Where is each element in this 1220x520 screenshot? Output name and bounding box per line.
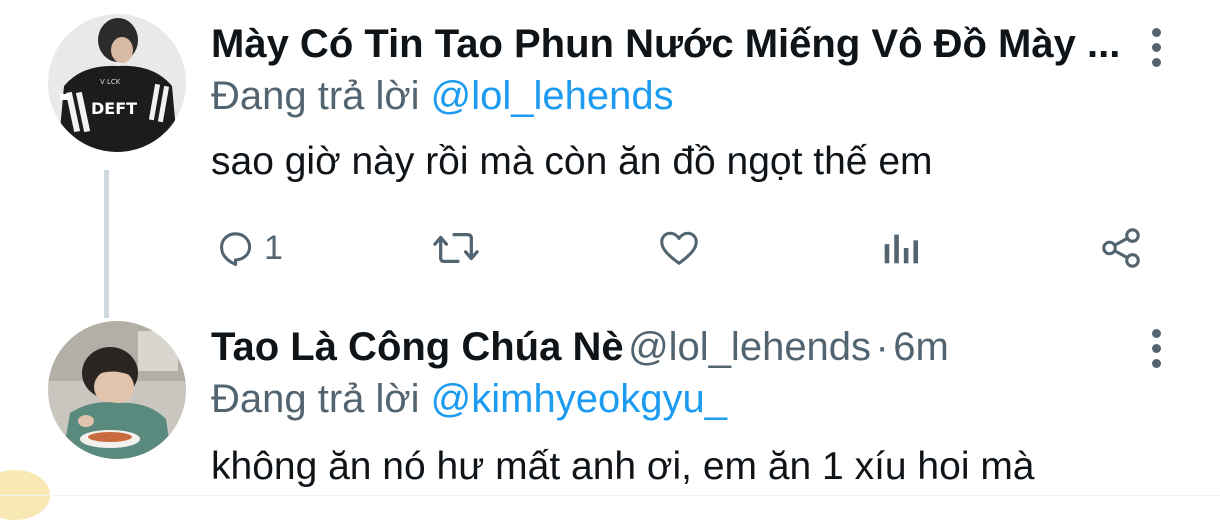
svg-text:DEFT: DEFT <box>91 99 137 118</box>
tweet-text: không ăn nó hư mất anh ơi, em ăn 1 xíu h… <box>211 445 1035 488</box>
share-button[interactable] <box>1098 220 1144 276</box>
retweet-icon <box>433 232 479 264</box>
replying-to-label: Đang trả lời <box>211 377 420 421</box>
tweet-text: sao giờ này rồi mà còn ăn đồ ngọt thế em <box>211 140 933 183</box>
analytics-button[interactable] <box>880 220 920 276</box>
analytics-icon <box>884 234 919 264</box>
retweet-button[interactable] <box>430 220 482 276</box>
replying-to: Đang trả lời @lol_lehends <box>211 74 674 119</box>
avatar[interactable]: V LCK DEFT <box>48 14 186 152</box>
tweet[interactable]: V LCK DEFT Mày Có Tin Tao Phun Nước Miến… <box>0 0 1220 318</box>
thread-line <box>104 170 109 318</box>
username[interactable]: @lol_lehends <box>628 325 871 369</box>
replying-to: Đang trả lời @kimhyeokgyu_ <box>211 377 727 422</box>
like-button[interactable] <box>656 220 702 276</box>
replying-to-label: Đang trả lời <box>211 74 420 118</box>
tweet-header: Tao Là Công Chúa Nè @lol_lehends · 6m <box>211 325 949 370</box>
jacket-logo: V LCK <box>100 78 121 86</box>
divider <box>0 495 1220 496</box>
reply-button[interactable]: 1 <box>212 220 283 276</box>
display-name[interactable]: Mày Có Tin Tao Phun Nước Miếng Vô Đồ Mày… <box>211 22 1120 66</box>
reply-count: 1 <box>264 228 283 267</box>
more-options-icon[interactable] <box>1136 323 1176 373</box>
replying-to-handle[interactable]: @lol_lehends <box>431 74 674 118</box>
display-name[interactable]: Tao Là Công Chúa Nè <box>211 325 624 369</box>
timestamp[interactable]: 6m <box>893 325 949 369</box>
tweet[interactable]: Tao Là Công Chúa Nè @lol_lehends · 6m Đa… <box>0 315 1220 502</box>
heart-icon <box>660 231 698 265</box>
reply-icon <box>220 232 252 267</box>
tweet-header: Mày Có Tin Tao Phun Nước Miếng Vô Đồ Mày… <box>211 22 1120 67</box>
share-icon <box>1102 228 1140 268</box>
separator: · <box>875 325 889 369</box>
more-options-icon[interactable] <box>1136 22 1176 72</box>
avatar[interactable] <box>48 321 186 459</box>
replying-to-handle[interactable]: @kimhyeokgyu_ <box>431 377 727 421</box>
